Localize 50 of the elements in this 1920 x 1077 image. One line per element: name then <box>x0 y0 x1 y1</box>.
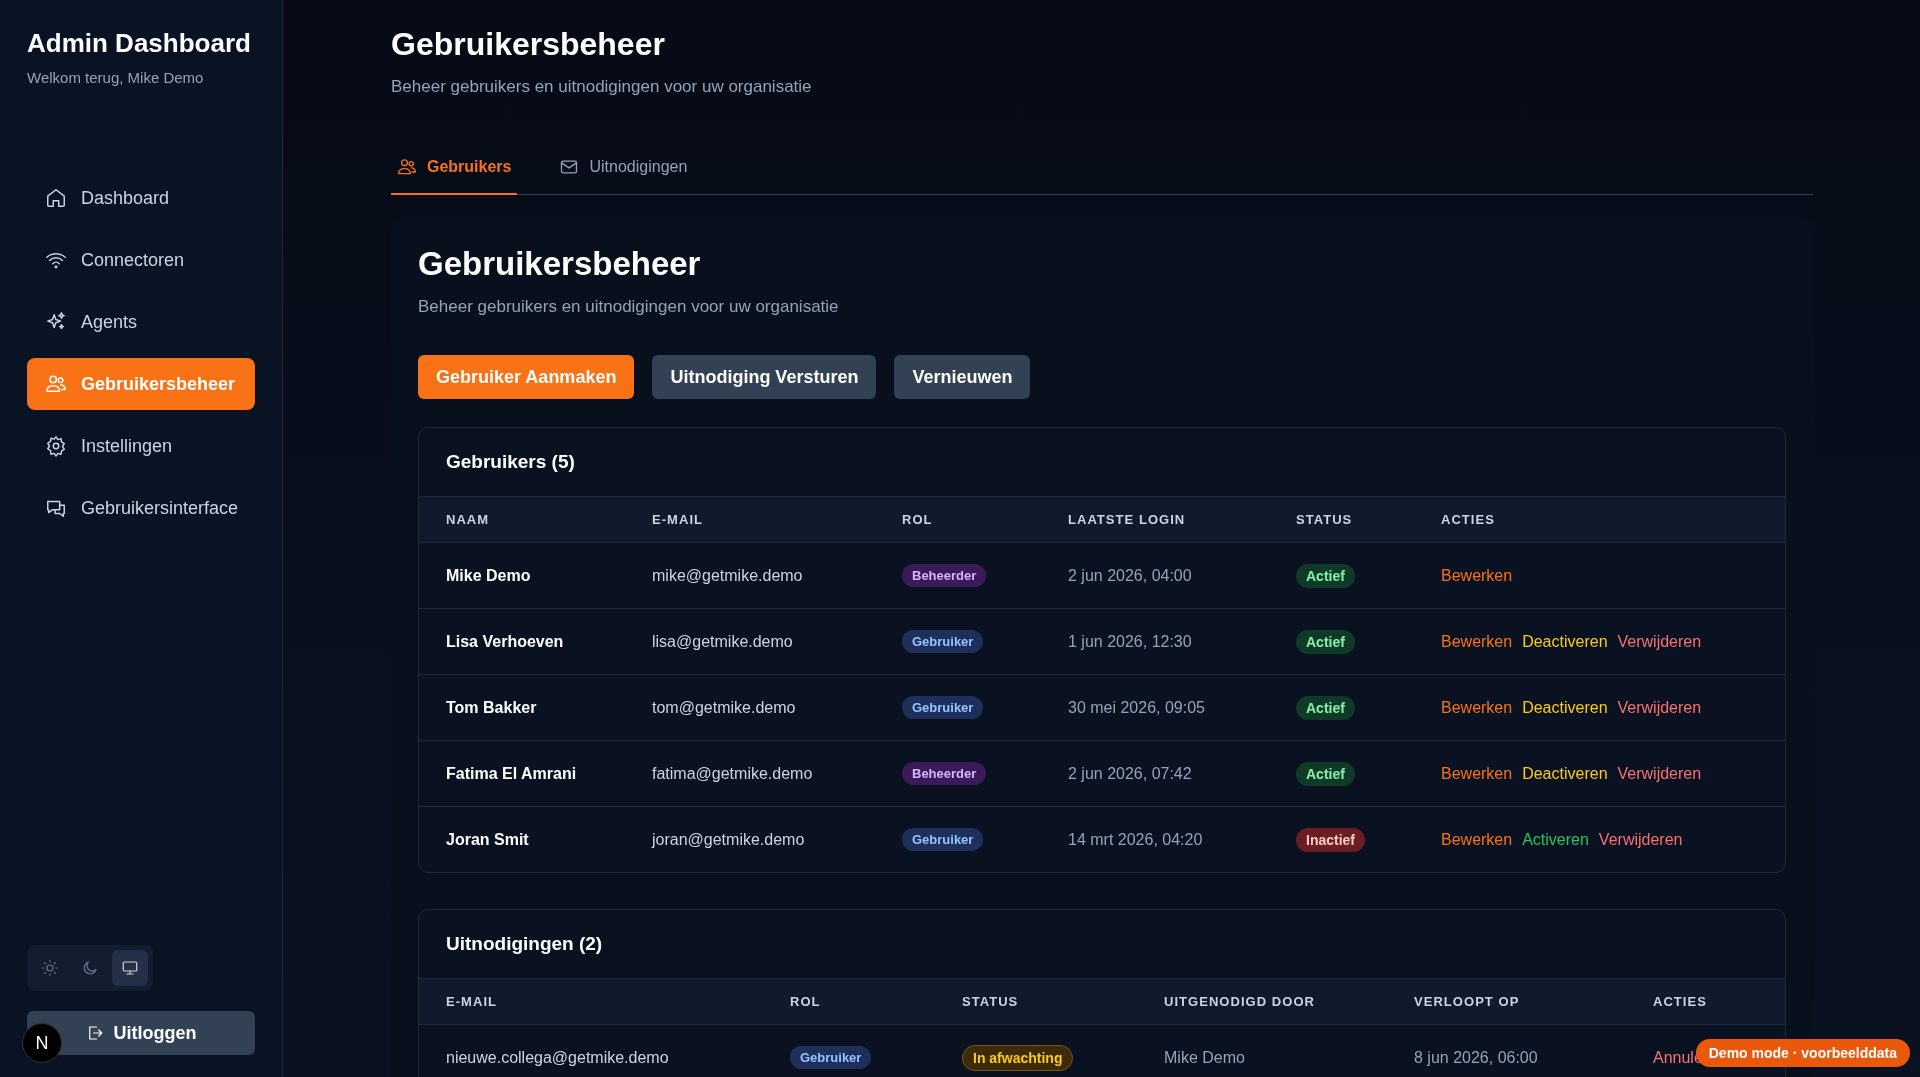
role-badge: Beheerder <box>902 762 987 785</box>
column-header: ACTIES <box>1653 994 1708 1009</box>
column-header: NAAM <box>446 512 491 527</box>
table-cell-text: 2 jun 2026, 07:42 <box>1068 764 1193 783</box>
status-badge: Actief <box>1296 563 1355 588</box>
status-badge: Actief <box>1296 695 1355 720</box>
table-cell-text: Joran Smit <box>446 830 530 849</box>
table-cell-text: 1 jun 2026, 12:30 <box>1068 632 1193 651</box>
table-cell-text: 30 mei 2026, 09:05 <box>1068 698 1206 717</box>
page-subtitle: Beheer gebruikers en uitnodigingen voor uw organisatie <box>391 77 813 97</box>
column-header: ACTIES <box>1441 512 1496 527</box>
app-title: Admin Dashboard <box>27 28 252 59</box>
section-subtitle: Beheer gebruikers en uitnodigingen voor uw organisatie <box>418 297 840 317</box>
status-badge: Actief <box>1296 629 1355 654</box>
column-header: UITGENODIGD DOOR <box>1164 994 1316 1009</box>
role-badge: Gebruiker <box>902 828 984 851</box>
page-title: Gebruikersbeheer <box>391 26 666 63</box>
column-header: STATUS <box>1296 512 1354 527</box>
table-cell-text: tom@getmike.demo <box>652 698 797 717</box>
column-header: E-MAIL <box>446 994 498 1009</box>
table-cell-text: fatima@getmike.demo <box>652 764 814 783</box>
section-title: Gebruikersbeheer <box>418 245 702 283</box>
column-header: VERLOOPT OP <box>1414 994 1521 1009</box>
table-cell-text: 8 jun 2026, 06:00 <box>1414 1048 1539 1067</box>
table-cell-text: lisa@getmike.demo <box>652 632 794 651</box>
card-title: Gebruikers (5) <box>445 450 576 474</box>
status-badge: Actief <box>1296 761 1355 786</box>
column-header: STATUS <box>962 994 1020 1009</box>
table-cell-text: Lisa Verhoeven <box>446 632 565 651</box>
table-cell-text: 2 jun 2026, 04:00 <box>1068 566 1193 585</box>
table-cell-text: Fatima El Amrani <box>446 764 578 783</box>
table-cell-text: Tom Bakker <box>446 698 538 717</box>
table-cell-text: Mike Demo <box>446 566 532 585</box>
role-badge: Gebruiker <box>790 1046 872 1069</box>
role-badge: Gebruiker <box>902 630 984 653</box>
table-cell-text: nieuwe.collega@getmike.demo <box>446 1048 670 1067</box>
column-header: LAATSTE LOGIN <box>1068 512 1187 527</box>
column-header: ROL <box>902 512 934 527</box>
role-badge: Gebruiker <box>902 696 984 719</box>
role-badge: Beheerder <box>902 564 987 587</box>
welcome-text: Welkom terug, Mike Demo <box>27 69 205 86</box>
table-cell-text: 14 mrt 2026, 04:20 <box>1068 830 1204 849</box>
status-badge: Inactief <box>1296 827 1365 852</box>
table-cell-text: Mike Demo <box>1164 1048 1246 1067</box>
card-title: Uitnodigingen (2) <box>445 932 604 956</box>
table-cell-text: mike@getmike.demo <box>652 566 804 585</box>
column-header: ROL <box>790 994 822 1009</box>
status-badge: In afwachting <box>962 1044 1074 1071</box>
column-header: E-MAIL <box>652 512 704 527</box>
table-cell-text: joran@getmike.demo <box>652 830 806 849</box>
